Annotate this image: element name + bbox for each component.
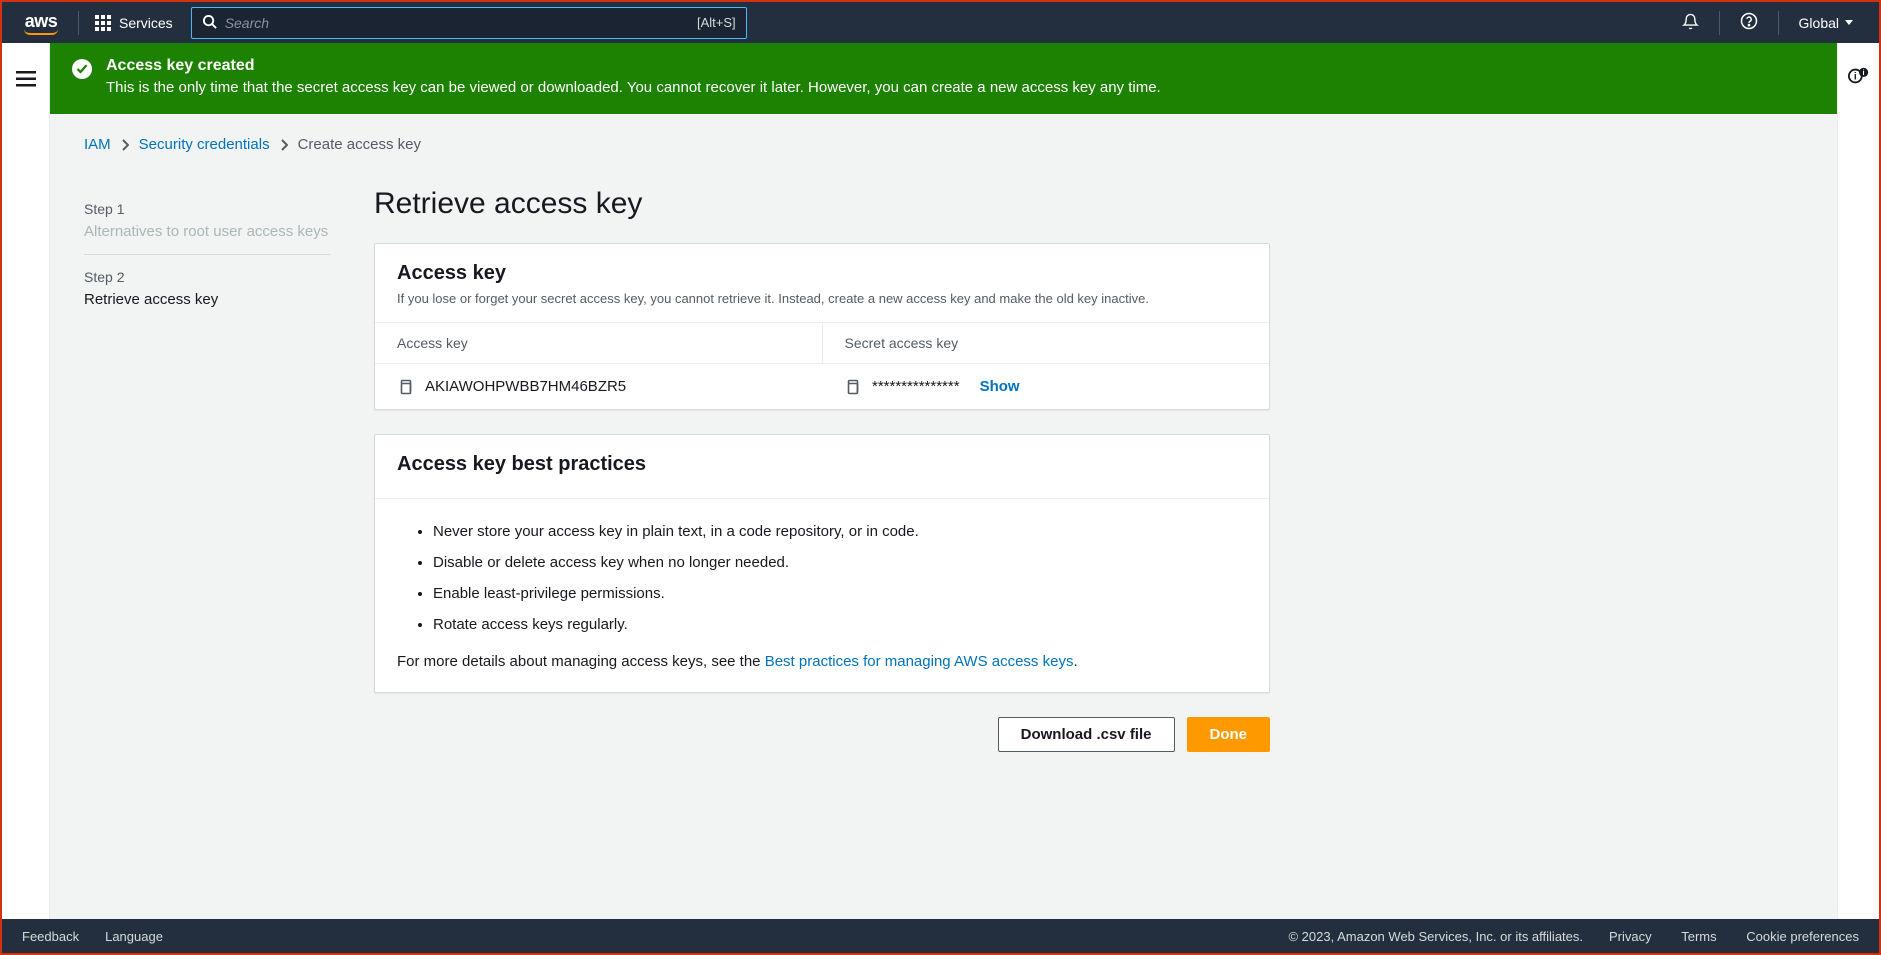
access-key-value: AKIAWOHPWBB7HM46BZR5: [425, 378, 626, 395]
done-button[interactable]: Done: [1187, 717, 1271, 752]
secret-masked: ***************: [872, 378, 960, 395]
breadcrumb-iam[interactable]: IAM: [84, 136, 111, 153]
help-button[interactable]: [1726, 2, 1772, 43]
panel-description: If you lose or forget your secret access…: [397, 291, 1247, 306]
bell-icon: [1682, 13, 1699, 33]
divider: [1778, 11, 1779, 35]
list-item: Disable or delete access key when no lon…: [433, 552, 1247, 573]
list-item: Rotate access keys regularly.: [433, 614, 1247, 635]
notifications-button[interactable]: [1668, 2, 1713, 43]
aws-logo[interactable]: aws: [14, 11, 72, 35]
search-input[interactable]: [225, 15, 697, 31]
best-practices-list: Never store your access key in plain tex…: [397, 521, 1247, 635]
access-key-panel: Access key If you lose or forget your se…: [374, 243, 1270, 410]
step-number: Step 1: [84, 201, 330, 217]
footer-language-link[interactable]: Language: [105, 929, 163, 944]
hamburger-icon[interactable]: [16, 71, 36, 87]
services-menu-button[interactable]: Services: [85, 2, 183, 43]
step-2[interactable]: Step 2 Retrieve access key: [84, 255, 330, 322]
info-icon[interactable]: ii: [1848, 65, 1870, 90]
footer-cookies-link[interactable]: Cookie preferences: [1746, 929, 1859, 944]
help-icon: [1740, 12, 1758, 33]
check-circle-icon: [72, 59, 92, 79]
copy-icon[interactable]: [397, 379, 413, 395]
divider: [78, 11, 79, 35]
page-title: Retrieve access key: [374, 187, 1270, 221]
more-suffix: .: [1073, 653, 1077, 670]
footer-privacy-link[interactable]: Privacy: [1609, 929, 1652, 944]
top-navigation: aws Services [Alt+S] Global: [2, 2, 1879, 43]
step-label: Alternatives to root user access keys: [84, 223, 330, 240]
panel-title: Access key best practices: [397, 453, 1247, 476]
svg-text:i: i: [1853, 72, 1856, 83]
copy-icon[interactable]: [844, 379, 860, 395]
wizard-steps: Step 1 Alternatives to root user access …: [84, 187, 330, 752]
show-secret-button[interactable]: Show: [980, 378, 1020, 395]
divider: [1719, 11, 1720, 35]
action-buttons: Download .csv file Done: [374, 717, 1270, 752]
best-practices-link[interactable]: Best practices for managing AWS access k…: [765, 653, 1074, 670]
footer-terms-link[interactable]: Terms: [1681, 929, 1716, 944]
success-banner: Access key created This is the only time…: [50, 43, 1837, 114]
search-shortcut: [Alt+S]: [697, 15, 736, 30]
footer-copyright: © 2023, Amazon Web Services, Inc. or its…: [1288, 929, 1583, 944]
breadcrumb-security-credentials[interactable]: Security credentials: [139, 136, 270, 153]
list-item: Enable least-privilege permissions.: [433, 583, 1247, 604]
chevron-right-icon: [280, 139, 288, 151]
chevron-right-icon: [121, 139, 129, 151]
breadcrumb-current: Create access key: [298, 136, 421, 153]
svg-text:i: i: [1862, 68, 1864, 77]
panel-title: Access key: [397, 262, 1247, 285]
grid-icon: [95, 15, 111, 31]
secret-key-cell: *************** Show: [822, 364, 1269, 409]
caret-down-icon: [1845, 20, 1853, 25]
column-header-access-key: Access key: [375, 323, 823, 363]
aws-smile-icon: [24, 29, 58, 35]
footer-feedback-link[interactable]: Feedback: [22, 929, 79, 944]
search-box[interactable]: [Alt+S]: [191, 7, 747, 39]
services-label: Services: [119, 15, 173, 31]
step-1[interactable]: Step 1 Alternatives to root user access …: [84, 187, 330, 255]
step-label: Retrieve access key: [84, 291, 330, 308]
more-details-text: For more details about managing access k…: [397, 653, 1247, 670]
banner-message: This is the only time that the secret ac…: [106, 79, 1161, 96]
banner-title: Access key created: [106, 57, 1161, 75]
access-key-cell: AKIAWOHPWBB7HM46BZR5: [375, 364, 822, 409]
download-csv-button[interactable]: Download .csv file: [998, 717, 1175, 752]
footer: Feedback Language © 2023, Amazon Web Ser…: [2, 919, 1879, 953]
region-selector[interactable]: Global: [1785, 15, 1867, 31]
step-number: Step 2: [84, 269, 330, 285]
right-gutter: ii: [1837, 43, 1879, 919]
list-item: Never store your access key in plain tex…: [433, 521, 1247, 542]
more-prefix: For more details about managing access k…: [397, 653, 765, 670]
breadcrumb: IAM Security credentials Create access k…: [84, 136, 1270, 153]
best-practices-panel: Access key best practices Never store yo…: [374, 434, 1270, 693]
region-label: Global: [1799, 15, 1839, 31]
search-icon: [202, 14, 217, 32]
column-header-secret: Secret access key: [823, 323, 1270, 363]
left-gutter: [2, 43, 50, 919]
main-content-scroll[interactable]: Access key created This is the only time…: [50, 43, 1837, 919]
